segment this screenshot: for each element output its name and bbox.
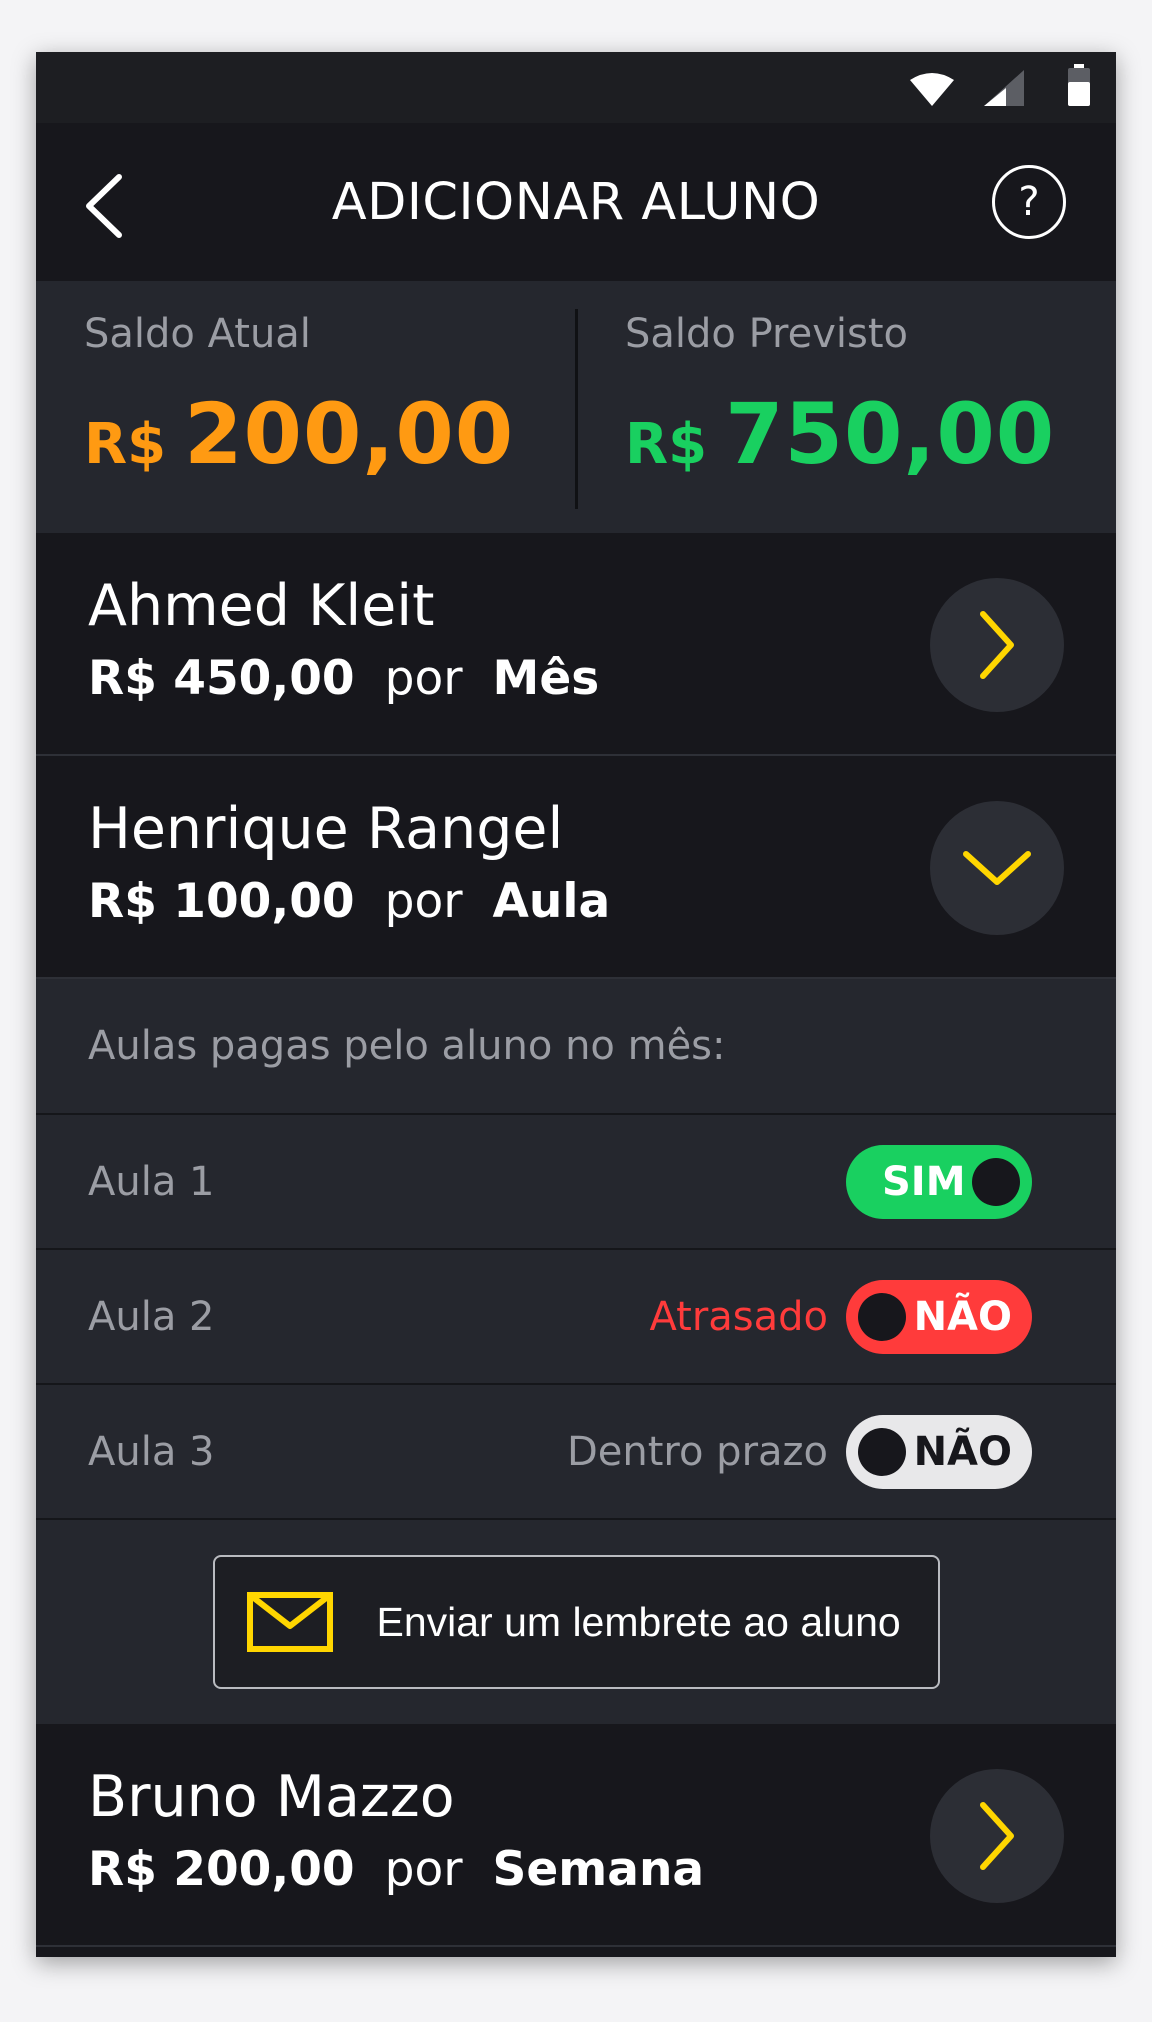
status-bar bbox=[36, 52, 1116, 123]
page-title: ADICIONAR ALUNO bbox=[331, 172, 821, 232]
projected-balance-label: Saldo Previsto bbox=[625, 311, 908, 357]
student-amount: R$ 200,00 bbox=[88, 1842, 355, 1897]
lesson-label: Aula 3 bbox=[88, 1428, 215, 1475]
back-arrow-icon bbox=[86, 174, 122, 238]
help-icon: ? bbox=[1018, 179, 1040, 225]
expand-button[interactable] bbox=[930, 1769, 1064, 1903]
expand-button[interactable] bbox=[930, 578, 1064, 712]
chevron-right-icon bbox=[980, 611, 1014, 679]
student-name: Bruno Mazzo bbox=[88, 1764, 455, 1830]
currency-symbol: R$ bbox=[625, 412, 708, 477]
reminder-label: Enviar um lembrete ao aluno bbox=[376, 1598, 901, 1645]
send-reminder-button[interactable]: Enviar um lembrete ao aluno bbox=[212, 1555, 940, 1689]
student-price: R$ 200,00 por Semana bbox=[88, 1842, 704, 1897]
back-button[interactable] bbox=[81, 173, 129, 239]
lesson-row: Aula 2 Atrasado NÃO bbox=[36, 1250, 1116, 1385]
lesson-status: Atrasado bbox=[649, 1293, 828, 1340]
toggle-label: SIM bbox=[882, 1158, 966, 1205]
projected-balance: Saldo Previsto R$ 750,00 bbox=[575, 281, 1116, 533]
student-name: Ahmed Kleit bbox=[88, 573, 435, 639]
balance-summary: Saldo Atual R$ 200,00 Saldo Previsto R$ … bbox=[36, 281, 1116, 533]
lessons-panel: Aulas pagas pelo aluno no mês: Aula 1 SI… bbox=[36, 979, 1116, 1724]
lessons-heading: Aulas pagas pelo aluno no mês: bbox=[36, 979, 1116, 1115]
billing-period: Semana bbox=[492, 1842, 705, 1897]
lesson-label: Aula 2 bbox=[88, 1293, 215, 1340]
collapse-button[interactable] bbox=[930, 801, 1064, 935]
wifi-icon bbox=[910, 73, 954, 106]
chevron-down-icon bbox=[963, 851, 1031, 885]
lesson-row: Aula 3 Dentro prazo NÃO bbox=[36, 1385, 1116, 1520]
chevron-right-icon bbox=[980, 1802, 1014, 1870]
app-header: ADICIONAR ALUNO ? bbox=[36, 123, 1116, 281]
envelope-icon bbox=[246, 1592, 333, 1652]
student-name: Henrique Rangel bbox=[88, 796, 564, 862]
student-row[interactable]: Ahmed Kleit R$ 450,00 por Mês bbox=[36, 533, 1116, 756]
toggle-label: NÃO bbox=[913, 1428, 1012, 1475]
paid-toggle[interactable]: SIM bbox=[846, 1144, 1032, 1219]
projected-balance-value: R$ 750,00 bbox=[625, 385, 1116, 483]
current-balance: Saldo Atual R$ 200,00 bbox=[36, 281, 575, 533]
divider bbox=[575, 309, 578, 509]
lesson-row: Aula 1 SIM bbox=[36, 1115, 1116, 1250]
lesson-status: Dentro prazo bbox=[566, 1428, 828, 1475]
toggle-knob bbox=[858, 1292, 906, 1341]
toggle-knob bbox=[858, 1427, 906, 1476]
price-per-label: por bbox=[384, 651, 463, 706]
paid-toggle[interactable]: NÃO bbox=[846, 1414, 1032, 1489]
signal-icon bbox=[984, 70, 1024, 106]
student-row[interactable]: Henrique Rangel R$ 100,00 por Aula bbox=[36, 756, 1116, 979]
student-price: R$ 450,00 por Mês bbox=[88, 651, 599, 706]
current-balance-label: Saldo Atual bbox=[84, 311, 311, 357]
currency-symbol: R$ bbox=[84, 412, 167, 477]
price-per-label: por bbox=[384, 874, 463, 929]
toggle-label: NÃO bbox=[913, 1293, 1012, 1340]
toggle-knob bbox=[972, 1157, 1020, 1206]
current-balance-amount: 200,00 bbox=[184, 385, 515, 483]
lesson-label: Aula 1 bbox=[88, 1158, 215, 1205]
app-screen: ADICIONAR ALUNO ? Saldo Atual R$ 200,00 … bbox=[36, 52, 1116, 1957]
help-button[interactable]: ? bbox=[992, 165, 1066, 239]
battery-icon bbox=[1068, 64, 1090, 106]
billing-period: Aula bbox=[492, 874, 611, 929]
reminder-container: Enviar um lembrete ao aluno bbox=[36, 1520, 1116, 1724]
student-row[interactable]: Bruno Mazzo R$ 200,00 por Semana bbox=[36, 1724, 1116, 1947]
billing-period: Mês bbox=[492, 651, 600, 706]
price-per-label: por bbox=[384, 1842, 463, 1897]
student-price: R$ 100,00 por Aula bbox=[88, 874, 610, 929]
paid-toggle[interactable]: NÃO bbox=[846, 1279, 1032, 1354]
student-amount: R$ 450,00 bbox=[88, 651, 355, 706]
student-amount: R$ 100,00 bbox=[88, 874, 355, 929]
current-balance-value: R$ 200,00 bbox=[84, 385, 575, 483]
projected-balance-amount: 750,00 bbox=[725, 385, 1056, 483]
